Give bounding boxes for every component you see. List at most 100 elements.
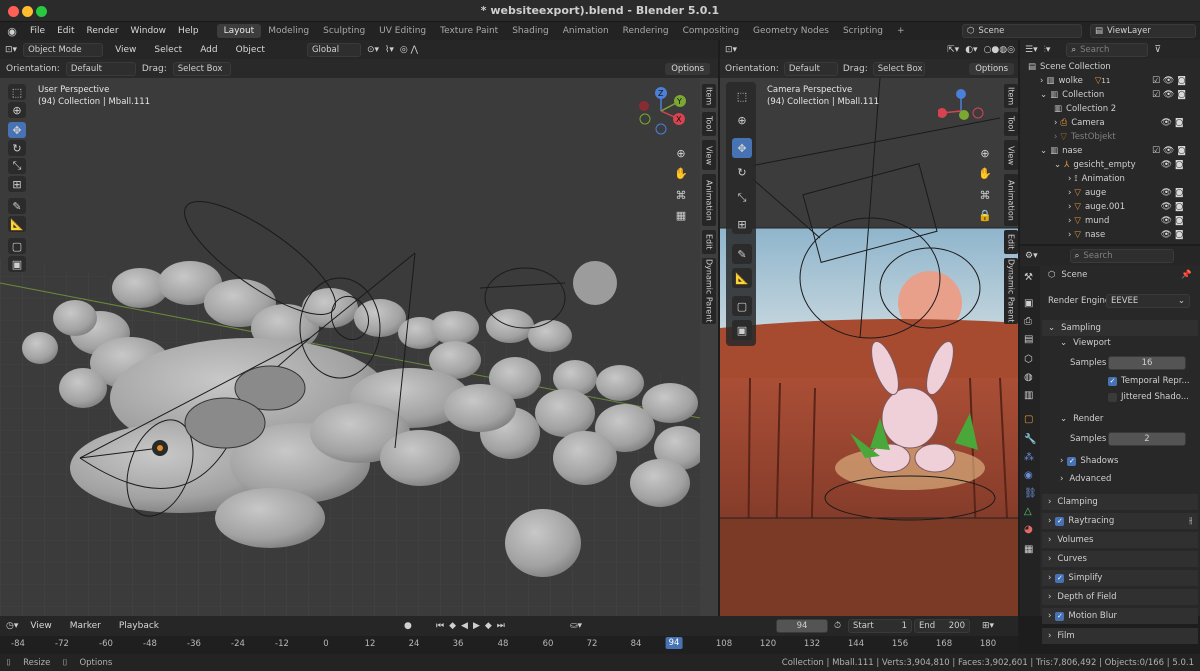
pivot-icon[interactable]: ⊙▾ [367, 45, 379, 55]
sidebar-tab-animation[interactable]: Animation [702, 174, 716, 226]
panel-raytracing[interactable]: › ✓ Raytracing ⫲ [1042, 513, 1198, 529]
panel-simplify[interactable]: › ✓ Simplify [1042, 570, 1198, 586]
sidebar-tab-item-right[interactable]: Item [1004, 84, 1018, 108]
modifier-tab-icon[interactable]: 🔧 [1024, 434, 1036, 445]
visibility-toggles[interactable]: 👁 ◙ [1152, 118, 1184, 128]
outliner-editor-icon[interactable]: ☰▾ [1025, 45, 1038, 55]
select-tool-icon[interactable]: ⬚ [732, 86, 752, 106]
expand-arrow-icon[interactable]: › [1068, 202, 1071, 212]
workspace-tab-layout[interactable]: Layout [216, 24, 262, 38]
visibility-toggles[interactable]: ☑ 👁 ◙ [1152, 90, 1186, 100]
workspace-tab-scripting[interactable]: Scripting [836, 24, 890, 38]
visibility-toggles[interactable]: 👁 ◙ [1152, 230, 1184, 240]
measure-tool-icon[interactable]: 📐 [732, 268, 752, 288]
start-frame-field[interactable]: Start 1 [848, 619, 912, 633]
sidebar-tab-tool[interactable]: Tool [702, 112, 716, 136]
temporal-row[interactable]: ✓ Temporal Repr... [1042, 376, 1198, 386]
options-button[interactable]: Options [665, 62, 710, 75]
panel-film[interactable]: › Film [1042, 628, 1198, 644]
keying-icon[interactable]: ⛀▾ [570, 621, 582, 631]
presets-icon[interactable]: ⫲ [1189, 516, 1192, 526]
scale-tool-icon[interactable]: ⤡ [8, 158, 26, 174]
camera-view-icon-right[interactable]: ⌘ [976, 186, 994, 204]
drag-dropdown[interactable]: Select Box [172, 61, 231, 76]
filter-icon[interactable]: ⫶▾ [1044, 45, 1051, 55]
visibility-toggles[interactable]: 👁 ◙ [1152, 188, 1184, 198]
particles-tab-icon[interactable]: ⁂ [1024, 452, 1034, 463]
sidebar-tab-tool-right[interactable]: Tool [1004, 112, 1018, 136]
transform-tool-icon[interactable]: ⊞ [732, 214, 752, 234]
properties-search-input[interactable]: ⌕ Search [1069, 248, 1174, 263]
timeline-menu-playback[interactable]: Playback [113, 621, 165, 631]
panel-sampling[interactable]: ⌄ Sampling [1042, 320, 1198, 336]
panel-curves[interactable]: › Curves [1042, 551, 1198, 567]
current-frame-field[interactable]: 94 [776, 619, 828, 633]
viewport-right[interactable]: ⊡▾ ⇱▾ ◐▾ ○●◍◎ Orientation: Default Drag:… [718, 40, 1018, 616]
menu-edit[interactable]: Edit [51, 26, 80, 36]
viewport-left[interactable]: ⊡▾ Object Mode View Select Add Object Gl… [0, 40, 718, 616]
expand-arrow-icon[interactable]: ⌄ [1040, 146, 1047, 156]
extrude-tool-icon[interactable]: ▣ [8, 256, 26, 272]
drag-dropdown-right[interactable]: Select Box [872, 61, 925, 76]
add-cube-tool-icon[interactable]: ▢ [8, 238, 26, 254]
current-frame-marker[interactable]: 94 [665, 637, 683, 649]
transform-orientation-selector[interactable]: Global [306, 42, 361, 57]
camera-view-icon[interactable]: ⌘ [672, 186, 690, 204]
render-engine-dropdown[interactable]: EEVEE ⌄ [1106, 294, 1190, 308]
pin-icon[interactable]: 📌 [1181, 270, 1192, 280]
end-frame-field[interactable]: End 200 [914, 619, 970, 633]
render-tab-icon[interactable]: ▣ [1024, 298, 1033, 309]
options-button-right[interactable]: Options [969, 62, 1014, 75]
transform-tool-icon[interactable]: ⊞ [8, 176, 26, 192]
menu-view[interactable]: View [109, 45, 142, 55]
sidebar-tab-view[interactable]: View [702, 140, 716, 170]
menu-object[interactable]: Object [230, 45, 271, 55]
world-tab-icon[interactable]: ◍ [1024, 372, 1033, 383]
subpanel-render[interactable]: ⌄ Render [1042, 414, 1198, 424]
gizmo-toggle-icon[interactable]: ⇱▾ [947, 45, 959, 55]
expand-arrow-icon[interactable]: › [1068, 188, 1071, 198]
editor-type-icon[interactable]: ⊡▾ [725, 45, 737, 55]
visibility-toggles[interactable]: ☑ 👁 ◙ [1152, 76, 1186, 86]
scene-selector[interactable]: ⬡ Scene [962, 24, 1082, 38]
lock-camera-icon[interactable]: 🔒 [976, 206, 994, 224]
expand-arrow-icon[interactable]: › [1068, 174, 1071, 184]
mode-selector[interactable]: Object Mode [23, 42, 104, 57]
menu-file[interactable]: File [24, 26, 51, 36]
rotate-tool-icon[interactable]: ↻ [732, 162, 752, 182]
snapping-icon[interactable]: ⊞▾ [982, 621, 994, 631]
sidebar-tab-edit-right[interactable]: Edit [1004, 230, 1018, 254]
pan-hand-icon[interactable]: ✋ [672, 164, 690, 182]
motion-blur-checkbox[interactable]: ✓ [1055, 611, 1065, 621]
editor-type-icon[interactable]: ⊡▾ [5, 45, 17, 55]
outliner-search-input[interactable]: ⌕ Search [1066, 42, 1149, 57]
properties-editor-icon[interactable]: ⚙▾ [1025, 251, 1038, 261]
expand-arrow-icon[interactable]: › [1068, 216, 1071, 226]
texture-tab-icon[interactable]: ▦ [1024, 544, 1033, 555]
sidebar-tab-dynamic-parent[interactable]: Dynamic Parent [702, 258, 716, 324]
blender-logo-icon[interactable]: ◉ [0, 25, 24, 38]
timeline-editor-icon[interactable]: ◷▾ [6, 621, 18, 631]
expand-arrow-icon[interactable]: › [1040, 76, 1043, 86]
orientation-dropdown-right[interactable]: Default [783, 61, 838, 76]
menu-help[interactable]: Help [172, 26, 205, 36]
navigation-gizmo-right[interactable] [938, 88, 984, 134]
timeline-menu-marker[interactable]: Marker [64, 621, 107, 631]
viewport-samples-field[interactable]: 16 [1108, 356, 1186, 370]
workspace-tab-animation[interactable]: Animation [556, 24, 616, 38]
annotate-tool-icon[interactable]: ✎ [732, 244, 752, 264]
object-tab-icon[interactable]: ▢ [1024, 414, 1033, 425]
temporal-checkbox[interactable]: ✓ [1108, 376, 1117, 386]
expand-arrow-icon[interactable]: ⌄ [1054, 160, 1061, 170]
visibility-toggles[interactable]: ☑ 👁 ◙ [1152, 146, 1186, 156]
proportional-edit-icon[interactable]: ◎ ⋀ [400, 45, 418, 55]
output-tab-icon[interactable]: ⎙ [1024, 316, 1032, 327]
move-tool-icon[interactable]: ✥ [732, 138, 752, 158]
panel-depth-of-field[interactable]: › Depth of Field [1042, 589, 1198, 605]
subpanel-advanced[interactable]: › Advanced [1042, 474, 1198, 484]
perspective-toggle-icon[interactable]: ▦ [672, 206, 690, 224]
expand-arrow-icon[interactable]: ⌄ [1040, 90, 1047, 100]
rotate-tool-icon[interactable]: ↻ [8, 140, 26, 156]
subpanel-shadows[interactable]: › ✓ Shadows [1042, 456, 1198, 466]
add-cube-tool-icon[interactable]: ▢ [732, 296, 752, 316]
